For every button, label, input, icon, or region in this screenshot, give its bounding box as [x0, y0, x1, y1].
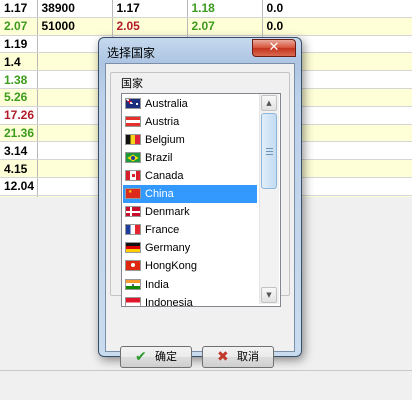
australia-flag-icon [125, 98, 141, 109]
germany-flag-icon [125, 242, 141, 254]
hongkong-flag-icon [125, 260, 141, 272]
table-cell: 4.15 [0, 159, 38, 178]
table-cell: 1.18 [187, 0, 263, 18]
list-item[interactable]: ★ China [123, 185, 257, 204]
list-item[interactable]: Australia [123, 95, 257, 113]
scroll-down-button[interactable]: ▼ [261, 287, 277, 303]
table-cell: 3.14 [0, 141, 38, 161]
arrow-up-icon: ▲ [266, 99, 272, 107]
country-name: India [145, 278, 169, 291]
table-cell: 2.07 [187, 17, 263, 36]
ok-label: 确定 [155, 351, 177, 363]
divider [0, 370, 412, 371]
table-cell: 2.05 [112, 17, 188, 36]
dialog-title: 选择国家 [107, 46, 156, 60]
country-name: Indonesia [145, 296, 193, 307]
austria-flag-icon [125, 116, 141, 128]
grip-line [266, 151, 273, 152]
grip-line [266, 148, 273, 149]
list-item[interactable]: France [123, 221, 257, 239]
table-cell: 1.4 [0, 52, 38, 72]
group-label: 国家 [119, 75, 145, 91]
table-cell: 38900 [37, 0, 113, 18]
vertical-scrollbar[interactable]: ▲ ▼ [259, 94, 279, 304]
country-name: HongKong [145, 260, 197, 273]
list-item[interactable]: Belgium [123, 131, 257, 149]
grip-line [266, 154, 273, 155]
cross-icon: ✖ [217, 349, 229, 365]
china-flag-icon: ★ [125, 188, 141, 200]
close-icon: ✕ [268, 40, 280, 55]
table-row: 2.07 51000 2.05 2.07 0.0 [0, 17, 412, 36]
list-item[interactable]: Denmark [123, 203, 257, 221]
brazil-flag-icon [125, 152, 141, 164]
list-item[interactable]: Brazil [123, 149, 257, 167]
table-cell: 1.38 [0, 70, 38, 89]
scroll-up-button[interactable]: ▲ [261, 95, 277, 111]
table-cell: 5.26 [0, 88, 38, 107]
checkmark-icon: ✔ [135, 349, 147, 365]
table-cell: 21.36 [0, 124, 38, 143]
country-listbox[interactable]: Australia Austria Belgium Brazil Canada ★ Chin… [121, 93, 281, 307]
country-name: Belgium [145, 134, 185, 147]
dialog-body: 国家 Australia Austria Belgium Brazil Canada ★ C… [105, 63, 295, 368]
ok-button[interactable]: ✔ 确定 [120, 346, 192, 368]
list-item[interactable]: India [123, 276, 257, 294]
list-item[interactable]: Indonesia [123, 294, 257, 307]
close-button[interactable]: ✕ [252, 39, 296, 57]
cancel-button[interactable]: ✖ 取消 [202, 346, 274, 368]
cancel-label: 取消 [237, 351, 259, 363]
list-item[interactable]: Germany [123, 239, 257, 257]
country-name: Austria [145, 116, 180, 129]
india-flag-icon [125, 278, 141, 290]
country-name: Australia [145, 98, 188, 110]
table-cell: 0.0 [262, 0, 412, 18]
canada-flag-icon [125, 170, 141, 182]
arrow-down-icon: ▼ [266, 291, 272, 299]
table-cell: 0.0 [262, 17, 412, 36]
table-cell: 1.17 [0, 0, 38, 18]
indonesia-flag-icon [125, 296, 141, 306]
table-cell: 1.17 [112, 0, 188, 18]
country-name: Canada [145, 170, 184, 183]
country-name: China [145, 188, 174, 201]
table-cell: 1.19 [0, 35, 38, 54]
belgium-flag-icon [125, 134, 141, 146]
table-cell: 2.07 [0, 17, 38, 36]
table-cell: 51000 [37, 17, 113, 36]
country-groupbox: 国家 Australia Austria Belgium Brazil Canada ★ C… [110, 72, 290, 307]
table-cell: 17.26 [0, 106, 38, 125]
select-country-dialog: 选择国家 ✕ 国家 Australia Austria Belgium Brazil C… [98, 37, 302, 368]
country-name: Denmark [145, 206, 190, 219]
scroll-thumb[interactable] [261, 113, 277, 189]
country-name: Germany [145, 242, 191, 255]
table-row: 1.17 38900 1.17 1.18 0.0 [0, 0, 412, 18]
country-name: Brazil [145, 152, 173, 165]
france-flag-icon [125, 224, 141, 236]
table-cell: 12.04 [0, 177, 38, 196]
list-item[interactable]: HongKong [123, 257, 257, 275]
country-name: France [145, 224, 180, 237]
list-item[interactable]: Canada [123, 167, 257, 185]
denmark-flag-icon [125, 206, 141, 218]
list-item[interactable]: Austria [123, 113, 257, 131]
